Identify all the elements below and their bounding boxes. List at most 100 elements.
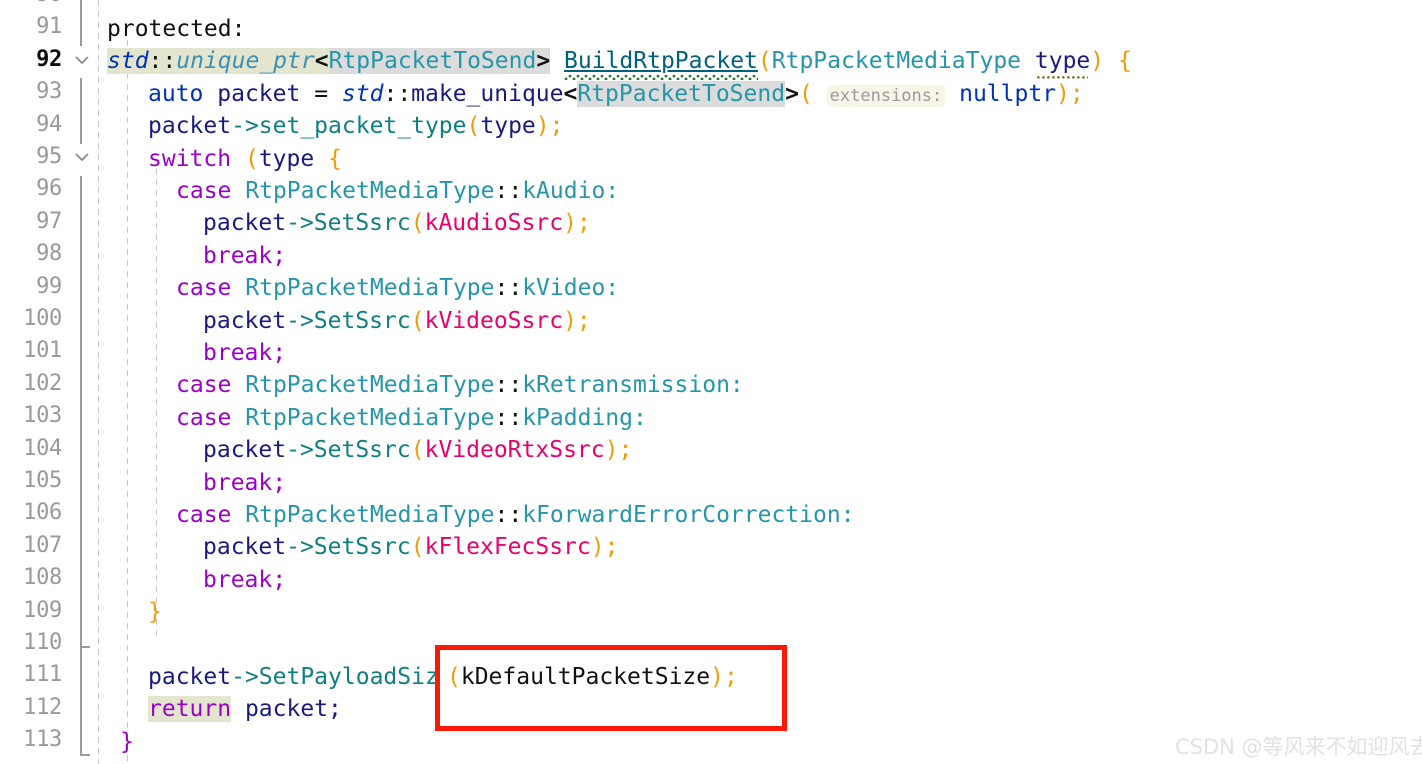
- token-make-unique: make_unique: [411, 80, 564, 107]
- token-angle-close: >: [785, 80, 799, 107]
- code-line-94: packet->set_packet_type(type);: [148, 110, 563, 142]
- token-kforwarderrorcorrection: kForwardErrorCorrection:: [522, 502, 855, 528]
- inlay-parameter-hint: extensions:: [826, 84, 946, 107]
- token-packet: packet: [203, 437, 287, 464]
- csdn-watermark: CSDN @等风来不如迎风去: [1175, 735, 1422, 759]
- token-semicolon: ;: [328, 696, 342, 723]
- token-break: break;: [203, 469, 287, 496]
- token-arrow: ->: [286, 210, 314, 237]
- code-line-111-overlay: (kDefaultPacketSize);: [447, 661, 738, 693]
- token-rparen-brace: ) {: [1090, 48, 1132, 75]
- code-line-104: packet->SetSsrc(kVideoRtxSsrc);: [203, 434, 632, 466]
- token-angle-open: <: [314, 48, 329, 75]
- token-lparen: (: [466, 113, 481, 140]
- token-lparen: (: [447, 664, 461, 690]
- code-line-107: packet->SetSsrc(kFlexFecSsrc);: [203, 531, 618, 563]
- token-type-arg: type: [258, 145, 315, 172]
- token-return: return: [148, 696, 232, 723]
- token-angle-close: >: [536, 48, 551, 75]
- code-line-96: case RtpPacketMediaType::kAudio:: [176, 175, 619, 207]
- token-angle-open: <: [563, 80, 578, 107]
- token-rparen: );: [590, 534, 619, 561]
- token-packet: packet: [217, 80, 301, 107]
- token-arrow: ->: [231, 664, 259, 690]
- token-scope-op: ::: [383, 80, 412, 107]
- token-rparen: );: [1056, 80, 1084, 107]
- code-line-93: auto packet = std::make_unique<RtpPacket…: [148, 78, 1084, 112]
- code-line-102: case RtpPacketMediaType::kRetransmission…: [176, 369, 744, 401]
- token-switch: switch: [148, 145, 232, 172]
- token-kvideo: kVideo:: [522, 275, 620, 302]
- token-kaudiossrc: kAudioSsrc: [424, 210, 564, 237]
- function-declaration: BuildRtpPacket: [564, 48, 758, 81]
- token-lparen: (: [410, 307, 425, 334]
- token-packet: packet: [203, 307, 287, 334]
- token-rparen: );: [563, 307, 591, 334]
- token-assign: =: [314, 80, 329, 107]
- token-buildrtppacket: BuildRtpPacket: [564, 48, 758, 75]
- code-line-98: break;: [203, 240, 286, 272]
- token-rparen: );: [604, 437, 633, 464]
- code-line-101: break;: [203, 337, 286, 369]
- token-break: break;: [203, 566, 287, 593]
- token-lparen: (: [244, 145, 259, 172]
- token-arrow: ->: [286, 534, 314, 561]
- usage-highlight: RtpPacketToSend: [577, 80, 786, 107]
- token-rtppackettosend: RtpPacketToSend: [577, 80, 786, 107]
- token-std: std: [107, 48, 149, 75]
- token-setssrc: SetSsrc: [313, 437, 411, 464]
- token-type-param: type: [1034, 48, 1091, 75]
- usage-highlight: RtpPacketToSend>: [328, 48, 551, 75]
- token-lparen: (: [410, 437, 425, 464]
- token-lparen: (: [798, 80, 813, 107]
- token-rtppacketmediatype: RtpPacketMediaType: [245, 502, 495, 528]
- code-line-106: case RtpPacketMediaType::kForwardErrorCo…: [176, 499, 855, 531]
- token-kflexfecssrc: kFlexFecSsrc: [424, 534, 591, 561]
- token-packet: packet: [203, 534, 287, 561]
- token-rtppacketmediatype: RtpPacketMediaType: [245, 372, 495, 399]
- token-scope-op: ::: [494, 404, 523, 431]
- token-set-packet-type: set_packet_type: [258, 113, 467, 140]
- token-arrow: ->: [286, 307, 314, 334]
- token-kretransmission: kRetransmission:: [522, 372, 744, 399]
- token-rtppacketmediatype: RtpPacketMediaType: [245, 404, 495, 431]
- token-kvideossrc: kVideoSsrc: [424, 307, 564, 334]
- token-std: std: [341, 80, 384, 107]
- token-lparen: (: [410, 210, 425, 237]
- token-packet: packet: [244, 696, 329, 723]
- token-case: case: [176, 372, 232, 399]
- token-scope-op: ::: [494, 502, 523, 528]
- caret-identifier-highlight: std::unique_ptr<RtpPacketToSend>: [107, 48, 551, 75]
- code-line-95: switch (type {: [148, 143, 342, 175]
- code-editor[interactable]: 90 91 92 93 94 95 96 97 98 99 100 101 10…: [0, 0, 1422, 764]
- token-kpadding: kPadding:: [522, 404, 647, 431]
- token-scope-op: ::: [148, 48, 177, 75]
- code-line-108: break;: [203, 564, 286, 596]
- token-nullptr: nullptr: [959, 80, 1057, 107]
- token-lparen: (: [757, 48, 772, 75]
- token-setssrc: SetSsrc: [313, 210, 411, 237]
- token-setssrc: SetSsrc: [313, 534, 411, 561]
- code-line-100: packet->SetSsrc(kVideoSsrc);: [203, 305, 591, 337]
- token-rtppacketmediatype: RtpPacketMediaType: [771, 48, 1022, 75]
- code-line-97: packet->SetSsrc(kAudioSsrc);: [203, 207, 591, 239]
- token-rtppacketmediatype: RtpPacketMediaType: [245, 178, 495, 204]
- token-rtppacketmediatype: RtpPacketMediaType: [245, 275, 495, 302]
- token-rbrace-switch: }: [148, 599, 162, 626]
- token-auto: auto: [148, 80, 204, 107]
- token-kdefaultpacketsize: kDefaultPacketSize: [460, 664, 711, 690]
- code-line-109: }: [148, 596, 162, 628]
- token-packet: packet: [148, 113, 232, 140]
- token-scope-op: ::: [494, 372, 523, 399]
- token-case: case: [176, 275, 232, 302]
- token-break: break;: [203, 340, 287, 366]
- token-rtppackettosend: RtpPacketToSend: [328, 48, 537, 75]
- token-setssrc: SetSsrc: [313, 307, 411, 334]
- token-kaudio: kAudio:: [522, 178, 620, 204]
- token-rparen: );: [563, 210, 591, 237]
- caret-identifier-highlight: return: [148, 696, 232, 723]
- token-lbrace: {: [328, 145, 342, 172]
- code-line-113: }: [120, 726, 134, 758]
- token-setpayloadsize: SetPayloadSize: [258, 664, 453, 690]
- code-line-91: protected:: [107, 13, 245, 45]
